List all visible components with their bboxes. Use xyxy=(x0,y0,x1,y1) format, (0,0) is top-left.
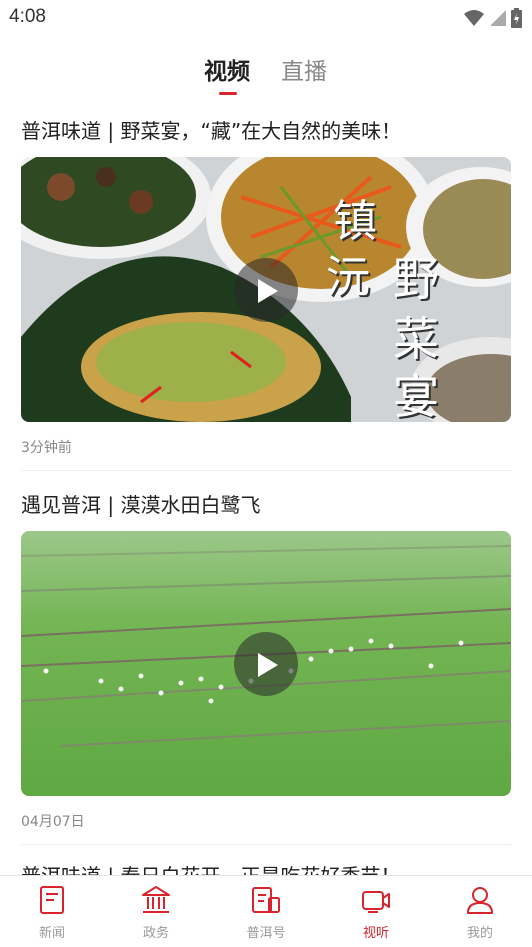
bottom-navigation: 新闻 政务 普洱号 视听 我的 xyxy=(0,875,532,947)
battery-icon xyxy=(511,8,522,28)
video-title[interactable]: 普洱味道 | 野菜宴，“藏”在大自然的美味！ xyxy=(21,115,511,144)
thumbnail-overlay-text: 菜 xyxy=(393,312,439,366)
nav-item-video-audio[interactable]: 视听 xyxy=(336,876,416,947)
news-icon xyxy=(40,886,64,914)
nav-item-news[interactable]: 新闻 xyxy=(12,876,92,947)
nav-item-government[interactable]: 政务 xyxy=(116,876,196,947)
nav-label: 政务 xyxy=(142,926,169,941)
status-bar: 4:08 xyxy=(0,0,532,36)
video-audio-icon xyxy=(362,891,390,913)
thumbnail-overlay-text: 野 xyxy=(393,252,439,306)
nav-label: 我的 xyxy=(466,926,493,941)
video-thumbnail[interactable] xyxy=(21,531,511,796)
play-icon xyxy=(258,279,278,303)
thumbnail-overlay-text: 宴 xyxy=(393,370,439,422)
government-icon xyxy=(142,886,170,913)
list-item[interactable]: 普洱味道 | 野菜宴，“藏”在大自然的美味！ 镇 沅 野 菜 宴 3分钟前 xyxy=(21,115,511,475)
nav-item-puer-account[interactable]: 普洱号 xyxy=(226,876,306,947)
video-title[interactable]: 遇见普洱 | 漠漠水田白鹭飞 xyxy=(21,489,511,518)
tab-video[interactable]: 视频 xyxy=(204,52,250,86)
top-tabs: 视频 直播 xyxy=(0,44,532,100)
publish-time: 3分钟前 xyxy=(21,440,72,456)
publish-time: 04月07日 xyxy=(21,814,85,830)
list-item[interactable]: 遇见普洱 | 漠漠水田白鹭飞 04月07日 xyxy=(21,489,511,849)
nav-item-profile[interactable]: 我的 xyxy=(440,876,520,947)
video-feed[interactable]: 普洱味道 | 野菜宴，“藏”在大自然的美味！ 镇 沅 野 菜 宴 3分钟前 遇见… xyxy=(0,100,532,875)
profile-icon xyxy=(467,887,493,914)
divider xyxy=(21,470,511,471)
nav-label: 新闻 xyxy=(38,926,65,941)
list-item[interactable]: 普洱味道 | 春日白花开，正是吃花好季节！ xyxy=(21,860,511,875)
nav-label: 普洱号 xyxy=(246,926,286,941)
cellular-signal-icon xyxy=(490,10,506,26)
video-thumbnail[interactable]: 镇 沅 野 菜 宴 xyxy=(21,157,511,422)
play-button[interactable] xyxy=(234,258,298,322)
nav-label: 视听 xyxy=(362,926,389,941)
divider xyxy=(21,844,511,845)
status-icons xyxy=(463,8,522,28)
thumbnail-overlay-text: 镇 xyxy=(333,196,377,247)
wifi-icon xyxy=(464,10,484,26)
thumbnail-overlay-text: 沅 xyxy=(326,252,370,303)
play-button[interactable] xyxy=(234,632,298,696)
video-title[interactable]: 普洱味道 | 春日白花开，正是吃花好季节！ xyxy=(21,860,511,875)
puer-account-icon xyxy=(252,887,280,913)
tab-live[interactable]: 直播 xyxy=(281,52,327,86)
active-tab-indicator xyxy=(219,92,237,95)
status-time: 4:08 xyxy=(9,6,46,27)
play-icon xyxy=(258,653,278,677)
